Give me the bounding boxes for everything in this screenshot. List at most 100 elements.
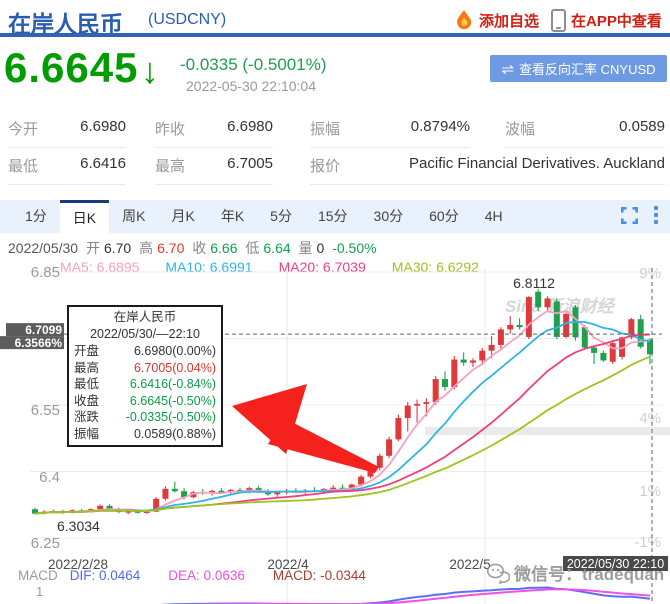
macd-scale-label: 1	[36, 584, 43, 599]
last-price: 6.6645	[4, 44, 138, 92]
tab-30分[interactable]: 30分	[361, 200, 417, 233]
y-axis-label: 6.4	[39, 469, 60, 486]
tooltip-row-value: 0.0589(0.88%)	[134, 426, 216, 443]
close-label: 收	[192, 240, 206, 256]
tooltip-row: 开盘6.6980(0.00%)	[74, 343, 216, 360]
stat-label: 波幅	[505, 118, 535, 139]
stat-label: 振幅	[310, 118, 340, 139]
add-watchlist-label: 添加自选	[479, 10, 539, 31]
tab-1分[interactable]: 1分	[12, 200, 60, 233]
stat-label: 昨收	[155, 118, 185, 139]
x-axis-label: 2022/5	[449, 557, 490, 572]
tooltip-row: 涨跌 -0.0335(-0.50%)	[74, 409, 216, 426]
high-annotation: 6.8112	[513, 275, 555, 291]
tooltip-row-label: 涨跌	[74, 409, 99, 426]
quote-page: 在岸人民币 (USDCNY) 添加自选 在APP中查看 6.6645 ↓ -0.…	[0, 0, 670, 604]
macd-label: MACD	[18, 568, 58, 583]
stat-cell: 最低 6.6416	[8, 155, 126, 185]
tooltip-row: 最低 6.6416(-0.84%)	[74, 376, 216, 393]
stat-value: 6.6980	[80, 118, 126, 135]
open-value: 6.70	[104, 240, 131, 256]
stat-value: 6.6416	[80, 155, 126, 172]
volume-value: 0	[317, 240, 325, 256]
tab-60分[interactable]: 60分	[416, 200, 472, 233]
stat-label: 最低	[8, 155, 38, 176]
y-axis-pct-label: -1%	[634, 534, 661, 551]
tooltip-row-value: 6.6645(-0.50%)	[130, 393, 216, 410]
tooltip-row-label: 收盘	[74, 393, 99, 410]
more-menu-icon[interactable]	[654, 206, 658, 224]
stat-cell: 报价Pacific Financial Derivatives. Aucklan…	[310, 155, 665, 185]
high-value: 6.70	[157, 240, 184, 256]
red-arrow-annotation	[232, 384, 379, 473]
macd-legend: MACD DIF: 0.0464 DEA: 0.0636 MACD: -0.0344	[18, 568, 394, 583]
reverse-rate-button[interactable]: ⇌ 查看反向汇率 CNYUSD	[490, 55, 667, 82]
quote-timestamp: 2022-05-30 22:10:04	[186, 78, 316, 94]
stat-label: 最高	[155, 155, 185, 176]
stat-value: Pacific Financial Derivatives. Auckland	[409, 155, 665, 172]
open-label: 开	[86, 240, 100, 256]
stat-cell: 最高 6.7005	[155, 155, 273, 185]
stat-cell: 波幅 0.0589	[505, 118, 665, 148]
volume-label: 量	[299, 240, 313, 256]
dif-value: DIF: 0.0464	[70, 568, 141, 583]
stat-label: 今开	[8, 118, 38, 139]
tooltip-row-value: -0.0335(-0.50%)	[126, 409, 216, 426]
tooltip-row-label: 最低	[74, 376, 99, 393]
tab-月K[interactable]: 月K	[158, 200, 207, 233]
phone-icon	[551, 9, 566, 32]
tab-周K[interactable]: 周K	[109, 200, 158, 233]
stat-value: 6.7005	[227, 155, 273, 172]
tab-15分[interactable]: 15分	[305, 200, 361, 233]
stat-value: 0.0589	[619, 118, 665, 135]
low-annotation: 6.3034	[57, 518, 100, 534]
down-arrow-icon: ↓	[141, 50, 159, 92]
add-watchlist-link[interactable]: 添加自选	[454, 9, 539, 31]
y-axis-label: 6.85	[31, 264, 60, 281]
tooltip-row: 最高6.7005(0.04%)	[74, 360, 216, 377]
fullscreen-icon[interactable]	[621, 207, 638, 224]
macd-value: MACD: -0.0344	[273, 568, 366, 583]
tooltip-row-value: 6.6416(-0.84%)	[130, 376, 216, 393]
stat-cell: 今开 6.6980	[8, 118, 126, 148]
wechat-watermark: 微信号：tradequan	[486, 560, 664, 585]
symbol-label: (USDCNY)	[148, 11, 226, 29]
y-axis-pct-label: 4%	[639, 410, 661, 427]
fire-icon	[454, 9, 474, 31]
tooltip-row: 收盘 6.6645(-0.50%)	[74, 393, 216, 410]
close-value: 6.66	[210, 240, 237, 256]
y-axis-label: 6.55	[31, 402, 60, 419]
tooltip-row-label: 振幅	[74, 426, 99, 443]
low-label: 低	[245, 240, 259, 256]
tab-4H[interactable]: 4H	[472, 200, 516, 233]
stat-value: 6.6980	[227, 118, 273, 135]
wechat-watermark-text: 微信号：tradequan	[514, 560, 664, 585]
stat-value: 0.8794%	[411, 118, 470, 135]
stat-cell: 昨收 6.6980	[155, 118, 273, 148]
high-label: 高	[139, 240, 153, 256]
stat-cell: 振幅 0.8794%	[310, 118, 470, 148]
view-in-app-label: 在APP中查看	[571, 10, 662, 31]
reverse-rate-label: 查看反向汇率 CNYUSD	[519, 59, 656, 78]
crosshair-pct-badge: 6.3566%	[15, 336, 63, 350]
tooltip-row: 振幅 0.0589(0.88%)	[74, 426, 216, 443]
price-change: -0.0335 (-0.5001%)	[180, 55, 326, 75]
tab-日K[interactable]: 日K	[60, 200, 109, 233]
ohlc-date: 2022/05/30	[8, 240, 78, 256]
tab-5分[interactable]: 5分	[257, 200, 305, 233]
tooltip-row-value: 6.7005(0.04%)	[134, 360, 216, 377]
wechat-icon	[486, 562, 510, 584]
crosshair-price-badge: 6.7099	[25, 323, 62, 337]
low-value: 6.64	[263, 240, 290, 256]
y-axis-label: 6.25	[31, 535, 60, 552]
swap-arrows-icon: ⇌	[501, 60, 514, 78]
view-in-app-link[interactable]: 在APP中查看	[551, 9, 662, 32]
y-axis-pct-label: 9%	[639, 265, 661, 282]
ohlc-info-bar: 2022/05/30 开6.70 高6.70 收6.66 低6.64 量0 -0…	[8, 238, 381, 258]
tooltip-row-value: 6.6980(0.00%)	[134, 343, 216, 360]
dea-value: DEA: 0.0636	[168, 568, 245, 583]
tab-年K[interactable]: 年K	[208, 200, 257, 233]
candle-tooltip: 在岸人民币 2022/05/30/—22:10 开盘6.6980(0.00%)最…	[67, 305, 223, 447]
y-axis-pct-label: 1%	[639, 483, 661, 500]
period-tabbar: 1分日K周K月K年K5分15分30分60分4H	[0, 200, 670, 233]
